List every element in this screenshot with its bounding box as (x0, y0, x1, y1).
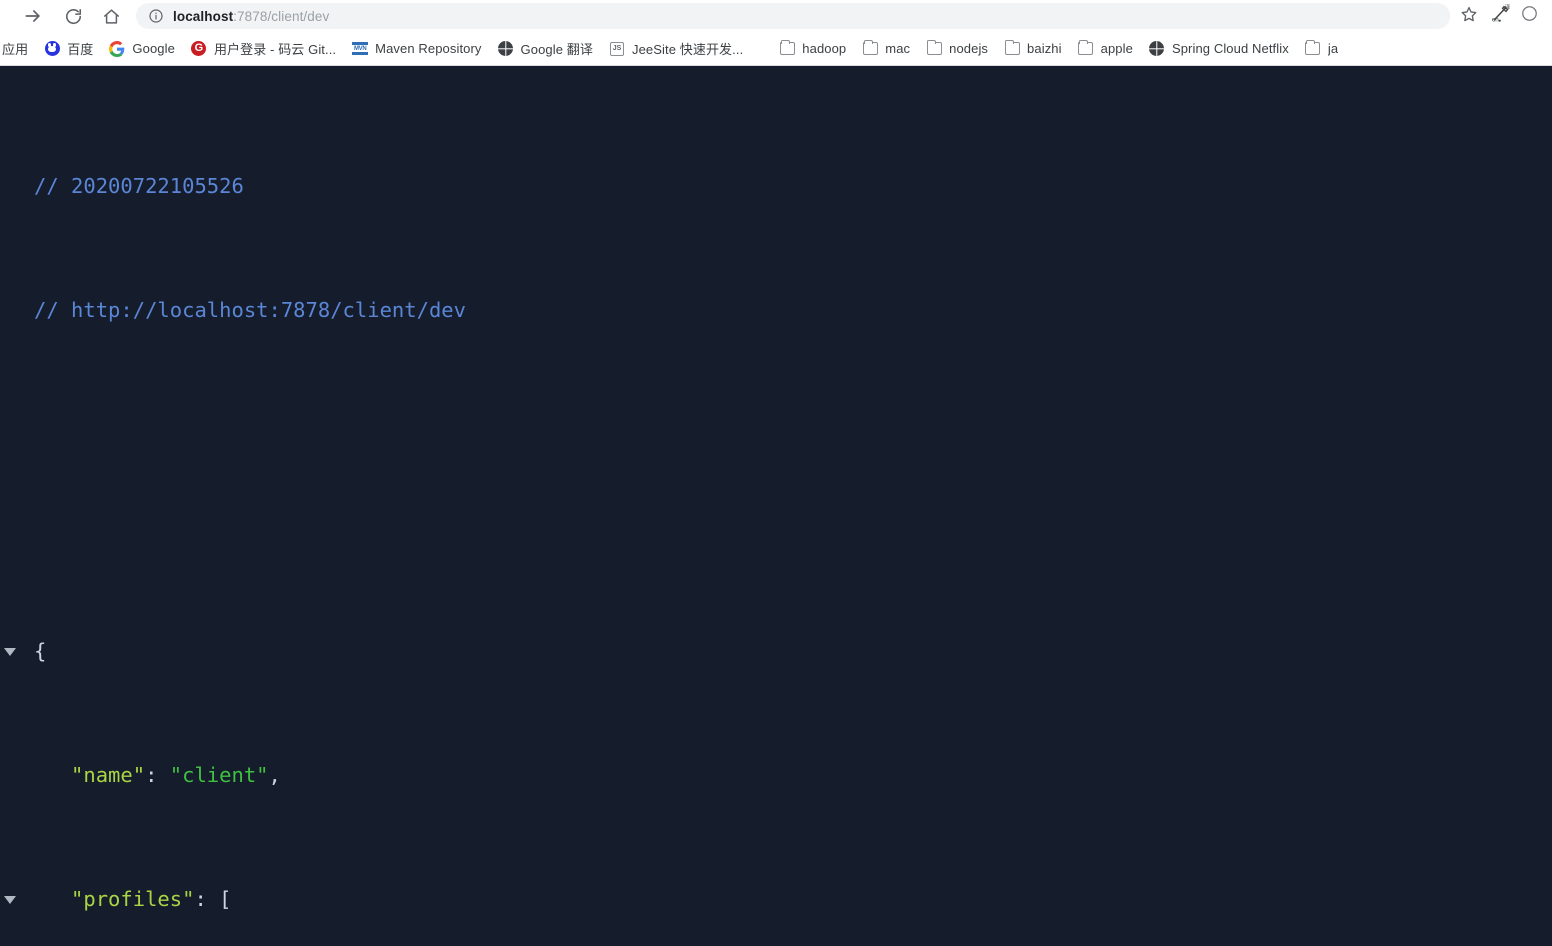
bookmark-label: baizhi (1027, 41, 1062, 56)
bracket-open: [ (219, 887, 232, 911)
folder-icon (1305, 39, 1321, 57)
bookmark-jeesite[interactable]: JS JeeSite 快速开发... (601, 37, 751, 61)
forward-button[interactable] (18, 1, 48, 31)
comment-line-timestamp: // 20200722105526 (0, 171, 1552, 202)
translate-extension-icon: en 译 (1490, 3, 1512, 29)
bookmark-folder-nodejs[interactable]: nodejs (918, 37, 996, 61)
bookmark-spring-cloud-netflix[interactable]: Spring Cloud Netflix (1141, 37, 1297, 61)
collapse-triangle-root[interactable] (4, 648, 16, 656)
comma: , (268, 763, 281, 787)
profile-button[interactable] (1516, 3, 1542, 29)
brace-open: { (34, 639, 47, 663)
gitee-icon: G (191, 41, 207, 57)
bookmark-folder-ja[interactable]: ja (1297, 37, 1346, 61)
bookmark-folder-baizhi[interactable]: baizhi (996, 37, 1070, 61)
json-line-profiles-open: "profiles": [ (0, 884, 1552, 915)
json-value-name: "client" (169, 763, 269, 787)
bookmark-label: ja (1327, 41, 1339, 56)
js-file-icon: JS (609, 41, 625, 57)
bookmark-google[interactable]: Google (101, 37, 183, 61)
bookmark-baidu[interactable]: 百度 (36, 37, 101, 61)
globe-icon (1149, 41, 1165, 57)
bookmark-folder-apple[interactable]: apple (1070, 37, 1141, 61)
json-viewer-pane: // 20200722105526 // http://localhost:78… (0, 66, 1552, 945)
home-button[interactable] (96, 1, 126, 31)
json-key-name: "name" (71, 763, 146, 787)
json-line-root-open: { (0, 636, 1552, 667)
comment-line-url: // http://localhost:7878/client/dev (0, 295, 1552, 326)
bookmark-apps[interactable]: 应用 (0, 37, 36, 61)
folder-icon (1004, 39, 1020, 57)
json-key-profiles: "profiles" (71, 887, 195, 911)
folder-icon (926, 39, 942, 57)
baidu-icon (44, 41, 60, 57)
reload-button[interactable] (58, 1, 88, 31)
reload-icon (64, 7, 83, 26)
collapse-triangle-profiles[interactable] (4, 896, 16, 904)
info-circle-icon[interactable] (148, 8, 164, 24)
bookmark-label: mac (885, 41, 911, 56)
address-bar-url: localhost:7878/client/dev (173, 9, 329, 24)
bookmark-google-translate[interactable]: Google 翻译 (490, 37, 601, 61)
json-document: // 20200722105526 // http://localhost:78… (0, 78, 1552, 945)
bookmark-folder-mac[interactable]: mac (854, 37, 918, 61)
google-icon (109, 40, 125, 57)
star-icon (1460, 5, 1478, 28)
bookmark-label: JeeSite 快速开发... (631, 42, 744, 57)
bookmark-label: 用户登录 - 码云 Git... (213, 42, 337, 57)
bookmark-label: 应用 (2, 42, 29, 57)
bookmark-label: 百度 (67, 42, 94, 57)
folder-icon (862, 39, 878, 57)
bookmark-folder-hadoop[interactable]: hadoop (771, 37, 854, 61)
bookmark-gitee[interactable]: G 用户登录 - 码云 Git... (183, 37, 344, 61)
bookmark-maven-repository[interactable]: Maven Repository (344, 37, 489, 61)
globe-icon (498, 41, 514, 57)
colon: : (145, 763, 170, 787)
url-path: :7878/client/dev (233, 8, 330, 24)
bookmark-label: hadoop (802, 41, 847, 56)
colon: : (194, 887, 220, 911)
svg-text:en: en (1492, 16, 1499, 23)
maven-icon (352, 41, 369, 57)
folder-icon (1078, 39, 1094, 57)
bookmark-label: apple (1100, 41, 1133, 56)
account-circle-icon (1521, 5, 1538, 27)
bookmarks-bar: 应用 百度 Google G 用户登录 - 码云 Git... Mave (0, 32, 1552, 66)
bookmark-star-button[interactable] (1456, 3, 1482, 29)
bookmark-label: Maven Repository (375, 41, 482, 56)
browser-toolbar: localhost:7878/client/dev en 译 (0, 0, 1552, 32)
json-comment-url: // http://localhost:7878/client/dev (34, 298, 466, 322)
json-comment-timestamp: // 20200722105526 (34, 174, 244, 198)
bookmark-label: Google (132, 41, 175, 56)
url-host: localhost (173, 8, 234, 24)
bookmark-label: Spring Cloud Netflix (1171, 41, 1289, 56)
bookmark-label: Google 翻译 (520, 42, 593, 57)
translate-extension-button[interactable]: en 译 (1488, 3, 1514, 29)
address-bar[interactable]: localhost:7878/client/dev (136, 3, 1450, 29)
browser-chrome: localhost:7878/client/dev en 译 应用 百度 Goo… (0, 0, 1552, 66)
home-icon (102, 7, 121, 26)
folder-icon (779, 39, 795, 57)
json-line-name: "name": "client", (0, 760, 1552, 791)
arrow-right-icon (23, 6, 43, 26)
bookmark-label: nodejs (949, 41, 989, 56)
svg-text:译: 译 (1504, 4, 1510, 11)
